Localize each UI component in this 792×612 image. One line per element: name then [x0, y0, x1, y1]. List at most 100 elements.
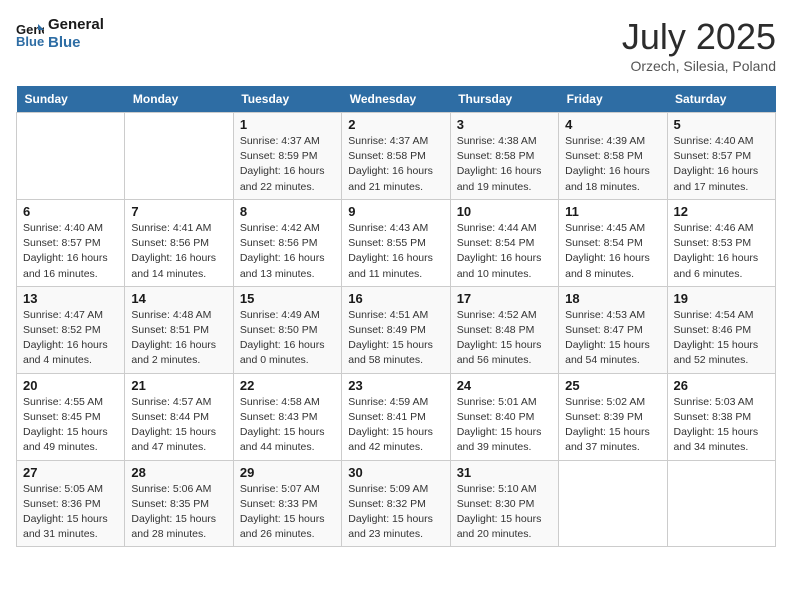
calendar-cell: 25 Sunrise: 5:02 AM Sunset: 8:39 PM Dayli… [559, 373, 667, 460]
day-number: 6 [23, 204, 118, 219]
calendar-cell: 30 Sunrise: 5:09 AM Sunset: 8:32 PM Dayli… [342, 460, 450, 547]
calendar-cell: 9 Sunrise: 4:43 AM Sunset: 8:55 PM Daylig… [342, 199, 450, 286]
day-number: 16 [348, 291, 443, 306]
day-info: Sunrise: 4:40 AM Sunset: 8:57 PM Dayligh… [23, 221, 118, 282]
logo-blue: Blue [48, 34, 104, 52]
logo: General Blue General Blue [16, 16, 104, 52]
weekday-header-monday: Monday [125, 86, 233, 113]
weekday-header-thursday: Thursday [450, 86, 558, 113]
week-row-1: 1 Sunrise: 4:37 AM Sunset: 8:59 PM Daylig… [17, 113, 776, 200]
day-info: Sunrise: 4:38 AM Sunset: 8:58 PM Dayligh… [457, 134, 552, 195]
weekday-header-sunday: Sunday [17, 86, 125, 113]
day-number: 5 [674, 117, 769, 132]
title-block: July 2025 Orzech, Silesia, Poland [622, 16, 776, 74]
calendar-cell: 14Sunrise: 4:48 AM Sunset: 8:51 PM Dayli… [125, 286, 233, 373]
day-info: Sunrise: 4:51 AM Sunset: 8:49 PM Dayligh… [348, 308, 443, 369]
day-info: Sunrise: 5:02 AM Sunset: 8:39 PM Dayligh… [565, 395, 660, 456]
calendar-cell: 7 Sunrise: 4:41 AM Sunset: 8:56 PM Daylig… [125, 199, 233, 286]
day-number: 29 [240, 465, 335, 480]
day-number: 7 [131, 204, 226, 219]
calendar-cell [559, 460, 667, 547]
day-number: 14 [131, 291, 226, 306]
day-number: 25 [565, 378, 660, 393]
day-info: Sunrise: 4:54 AM Sunset: 8:46 PM Dayligh… [674, 308, 769, 369]
day-info: Sunrise: 4:37 AM Sunset: 8:59 PM Dayligh… [240, 134, 335, 195]
day-number: 24 [457, 378, 552, 393]
calendar-cell: 27Sunrise: 5:05 AM Sunset: 8:36 PM Dayli… [17, 460, 125, 547]
day-info: Sunrise: 5:01 AM Sunset: 8:40 PM Dayligh… [457, 395, 552, 456]
calendar-cell: 18Sunrise: 4:53 AM Sunset: 8:47 PM Dayli… [559, 286, 667, 373]
page-header: General Blue General Blue July 2025 Orze… [16, 16, 776, 74]
day-number: 3 [457, 117, 552, 132]
calendar-cell: 2Sunrise: 4:37 AM Sunset: 8:58 PM Daylig… [342, 113, 450, 200]
calendar-cell: 3 Sunrise: 4:38 AM Sunset: 8:58 PM Daylig… [450, 113, 558, 200]
day-info: Sunrise: 5:05 AM Sunset: 8:36 PM Dayligh… [23, 482, 118, 543]
calendar-cell: 4 Sunrise: 4:39 AM Sunset: 8:58 PM Daylig… [559, 113, 667, 200]
weekday-header-saturday: Saturday [667, 86, 775, 113]
day-number: 10 [457, 204, 552, 219]
day-info: Sunrise: 5:03 AM Sunset: 8:38 PM Dayligh… [674, 395, 769, 456]
weekday-header-friday: Friday [559, 86, 667, 113]
calendar-cell: 31 Sunrise: 5:10 AM Sunset: 8:30 PM Dayli… [450, 460, 558, 547]
calendar-cell: 10Sunrise: 4:44 AM Sunset: 8:54 PM Dayli… [450, 199, 558, 286]
day-info: Sunrise: 4:39 AM Sunset: 8:58 PM Dayligh… [565, 134, 660, 195]
calendar-cell [125, 113, 233, 200]
location-subtitle: Orzech, Silesia, Poland [622, 58, 776, 74]
day-number: 4 [565, 117, 660, 132]
calendar-cell: 22Sunrise: 4:58 AM Sunset: 8:43 PM Dayli… [233, 373, 341, 460]
day-info: Sunrise: 4:47 AM Sunset: 8:52 PM Dayligh… [23, 308, 118, 369]
logo-icon: General Blue [16, 20, 44, 48]
day-info: Sunrise: 4:37 AM Sunset: 8:58 PM Dayligh… [348, 134, 443, 195]
day-number: 23 [348, 378, 443, 393]
calendar-cell: 23Sunrise: 4:59 AM Sunset: 8:41 PM Dayli… [342, 373, 450, 460]
day-number: 19 [674, 291, 769, 306]
day-number: 11 [565, 204, 660, 219]
day-number: 21 [131, 378, 226, 393]
calendar-cell: 16 Sunrise: 4:51 AM Sunset: 8:49 PM Dayli… [342, 286, 450, 373]
day-number: 15 [240, 291, 335, 306]
svg-text:Blue: Blue [16, 34, 44, 48]
calendar-cell: 19 Sunrise: 4:54 AM Sunset: 8:46 PM Dayli… [667, 286, 775, 373]
calendar-cell: 8 Sunrise: 4:42 AM Sunset: 8:56 PM Daylig… [233, 199, 341, 286]
day-number: 12 [674, 204, 769, 219]
day-info: Sunrise: 5:10 AM Sunset: 8:30 PM Dayligh… [457, 482, 552, 543]
week-row-4: 20Sunrise: 4:55 AM Sunset: 8:45 PM Dayli… [17, 373, 776, 460]
day-info: Sunrise: 4:49 AM Sunset: 8:50 PM Dayligh… [240, 308, 335, 369]
day-info: Sunrise: 5:09 AM Sunset: 8:32 PM Dayligh… [348, 482, 443, 543]
week-row-3: 13 Sunrise: 4:47 AM Sunset: 8:52 PM Dayli… [17, 286, 776, 373]
weekday-header-tuesday: Tuesday [233, 86, 341, 113]
calendar-cell: 15 Sunrise: 4:49 AM Sunset: 8:50 PM Dayli… [233, 286, 341, 373]
day-info: Sunrise: 4:42 AM Sunset: 8:56 PM Dayligh… [240, 221, 335, 282]
calendar-cell: 13 Sunrise: 4:47 AM Sunset: 8:52 PM Dayli… [17, 286, 125, 373]
calendar-cell: 20Sunrise: 4:55 AM Sunset: 8:45 PM Dayli… [17, 373, 125, 460]
calendar-cell: 21 Sunrise: 4:57 AM Sunset: 8:44 PM Dayli… [125, 373, 233, 460]
calendar-cell: 24 Sunrise: 5:01 AM Sunset: 8:40 PM Dayli… [450, 373, 558, 460]
day-number: 1 [240, 117, 335, 132]
day-number: 8 [240, 204, 335, 219]
day-number: 18 [565, 291, 660, 306]
day-number: 28 [131, 465, 226, 480]
calendar-cell: 28 Sunrise: 5:06 AM Sunset: 8:35 PM Dayli… [125, 460, 233, 547]
day-info: Sunrise: 4:43 AM Sunset: 8:55 PM Dayligh… [348, 221, 443, 282]
day-number: 22 [240, 378, 335, 393]
day-number: 30 [348, 465, 443, 480]
day-info: Sunrise: 4:57 AM Sunset: 8:44 PM Dayligh… [131, 395, 226, 456]
calendar-table: SundayMondayTuesdayWednesdayThursdayFrid… [16, 86, 776, 547]
day-number: 26 [674, 378, 769, 393]
day-number: 31 [457, 465, 552, 480]
calendar-cell [17, 113, 125, 200]
day-info: Sunrise: 4:52 AM Sunset: 8:48 PM Dayligh… [457, 308, 552, 369]
day-number: 13 [23, 291, 118, 306]
day-info: Sunrise: 4:41 AM Sunset: 8:56 PM Dayligh… [131, 221, 226, 282]
day-info: Sunrise: 5:07 AM Sunset: 8:33 PM Dayligh… [240, 482, 335, 543]
calendar-cell: 1 Sunrise: 4:37 AM Sunset: 8:59 PM Daylig… [233, 113, 341, 200]
weekday-header-row: SundayMondayTuesdayWednesdayThursdayFrid… [17, 86, 776, 113]
day-info: Sunrise: 4:45 AM Sunset: 8:54 PM Dayligh… [565, 221, 660, 282]
calendar-cell: 17Sunrise: 4:52 AM Sunset: 8:48 PM Dayli… [450, 286, 558, 373]
day-number: 9 [348, 204, 443, 219]
calendar-cell: 12Sunrise: 4:46 AM Sunset: 8:53 PM Dayli… [667, 199, 775, 286]
calendar-cell: 5 Sunrise: 4:40 AM Sunset: 8:57 PM Daylig… [667, 113, 775, 200]
day-info: Sunrise: 4:40 AM Sunset: 8:57 PM Dayligh… [674, 134, 769, 195]
calendar-cell [667, 460, 775, 547]
day-info: Sunrise: 5:06 AM Sunset: 8:35 PM Dayligh… [131, 482, 226, 543]
